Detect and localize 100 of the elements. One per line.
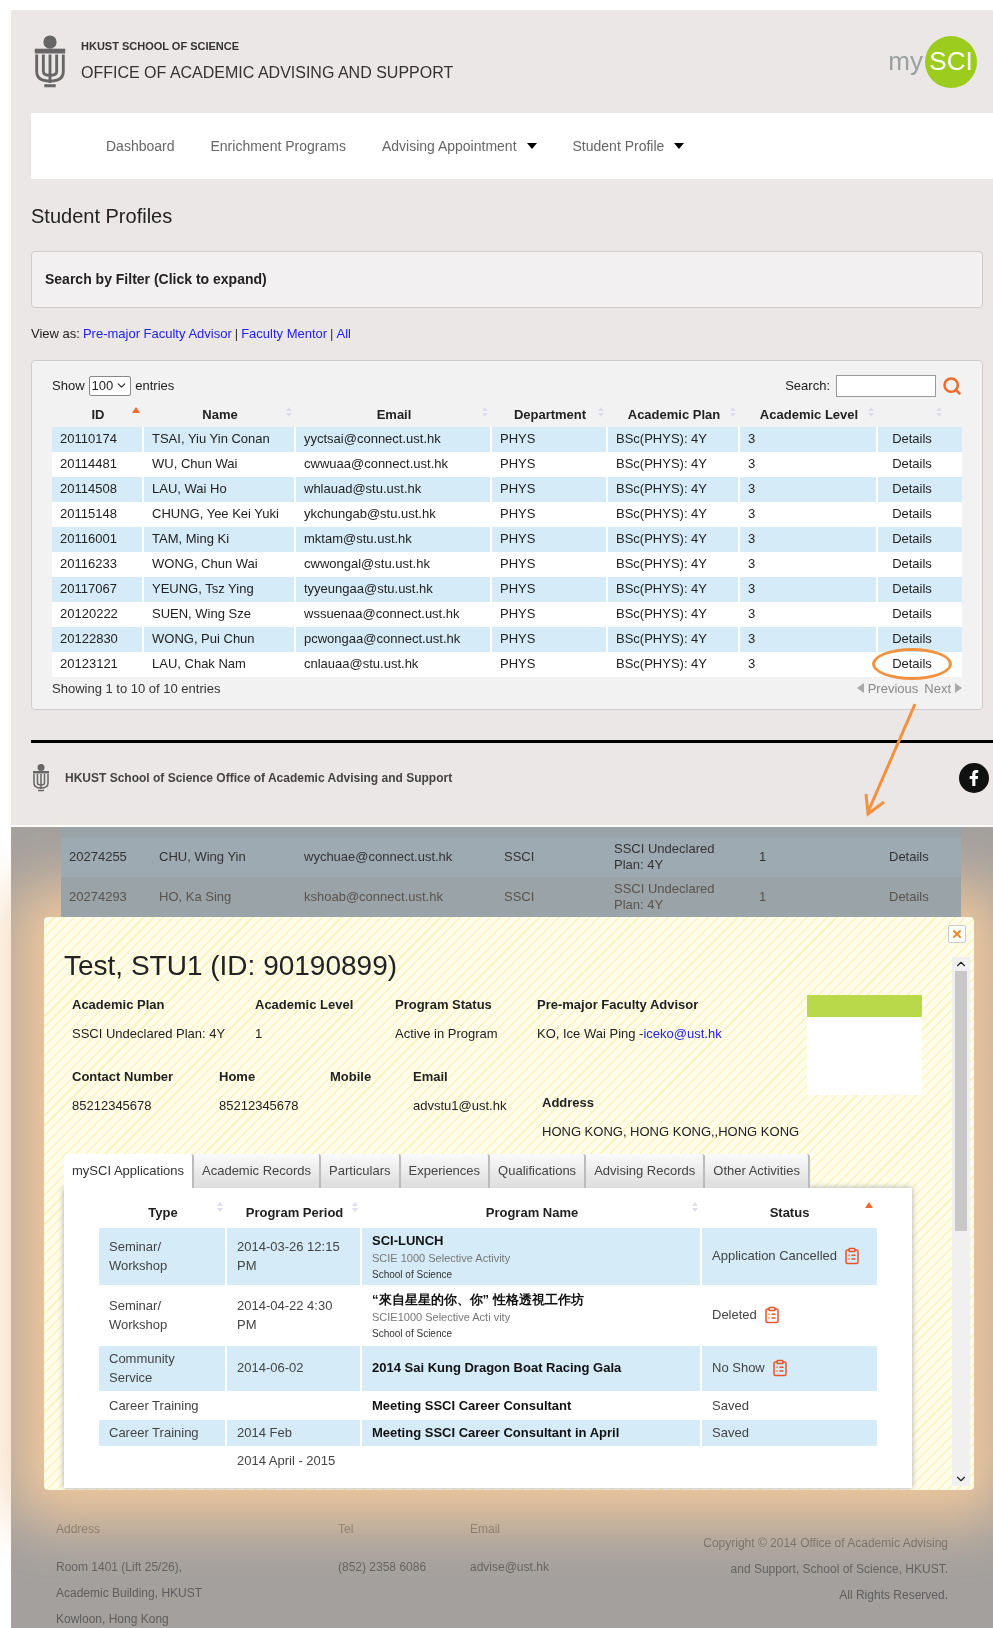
table-cell: SSCI Undeclared Plan: 4Y: [614, 880, 715, 912]
details-link[interactable]: Details: [892, 629, 932, 649]
school-name: HKUST SCHOOL OF SCIENCE: [81, 39, 241, 55]
nav-link[interactable]: Student Profile: [572, 135, 685, 157]
table-cell-text: 3: [748, 605, 756, 624]
column-header[interactable]: Department: [513, 404, 587, 425]
view-as-link[interactable]: Faculty Mentor: [241, 324, 328, 344]
field-value: advstu1@ust.hk: [413, 1097, 508, 1116]
column-header[interactable]: Email: [376, 404, 412, 425]
caret-icon: [674, 143, 685, 149]
view-as-label: View as:: [31, 325, 80, 343]
table-cell-text: BSc(PHYS): 4Y: [616, 630, 708, 649]
details-link[interactable]: Details: [892, 529, 932, 549]
tab[interactable]: mySCI Applications: [64, 1153, 194, 1188]
table-cell-text: 2014 April - 2015: [237, 1451, 336, 1470]
column-header[interactable]: Academic Plan: [627, 404, 721, 425]
table-cell: 20274293: [69, 888, 127, 904]
page-size-select[interactable]: 100: [88, 375, 132, 396]
nav-link[interactable]: Enrichment Programs: [210, 135, 346, 157]
table-cell-text: whlauad@stu.ust.hk: [304, 480, 422, 499]
table-cell-text: ykchungab@stu.ust.hk: [304, 505, 436, 524]
school-label: School of Science: [372, 1326, 454, 1341]
clipboard-icon[interactable]: [762, 1306, 781, 1325]
table-cell-text: BSc(PHYS): 4Y: [616, 505, 708, 524]
column-header[interactable]: Status: [769, 1203, 810, 1223]
details-link[interactable]: Details: [892, 479, 932, 499]
nav-link[interactable]: Advising Appointment: [381, 135, 537, 157]
table-cell-text: pcwongaa@connect.ust.hk: [304, 630, 461, 649]
table-cell-text: 20117067: [60, 580, 117, 599]
details-link[interactable]: Details: [892, 504, 932, 524]
table-cell-text: WU, Chun Wai: [152, 455, 238, 474]
field-label: Email: [413, 1067, 449, 1086]
field-value: Active in Program: [395, 1025, 498, 1044]
column-header[interactable]: Type: [148, 1203, 178, 1223]
table-cell-text: BSc(PHYS): 4Y: [616, 580, 708, 599]
tab[interactable]: Qualifications: [490, 1153, 587, 1188]
field-label: Pre-major Faculty Advisor: [537, 995, 700, 1014]
details-link[interactable]: Details: [892, 654, 932, 674]
column-header[interactable]: Program Period: [245, 1203, 344, 1223]
view-as-link[interactable]: All: [336, 324, 351, 344]
tab[interactable]: Other Activities: [705, 1153, 810, 1188]
university-logo-icon: [31, 762, 51, 793]
table-cell-text: PHYS: [500, 605, 536, 624]
column-header[interactable]: Name: [202, 404, 238, 425]
table-cell-text: wssuenaa@connect.ust.hk: [304, 605, 460, 624]
table-cell-text: PHYS: [500, 655, 536, 674]
filter-panel[interactable]: Search by Filter (Click to expand): [31, 251, 983, 308]
site-footer-text: HKUST School of Science Office of Academic Advising and Support: [65, 769, 453, 787]
tab[interactable]: Experiences: [400, 1153, 491, 1188]
table-cell-text: 3: [748, 580, 756, 599]
table-cell-text: cwwuaa@connect.ust.hk: [304, 455, 448, 474]
details-link[interactable]: Details: [892, 604, 932, 624]
search-field[interactable]: [836, 374, 936, 397]
table-cell-text: 3: [748, 530, 756, 549]
table-cell-text: BSc(PHYS): 4Y: [616, 530, 708, 549]
table-cell-text: mktam@stu.ust.hk: [304, 530, 412, 549]
table-cell-text: TSAI, Yiu Yin Conan: [152, 430, 270, 449]
field-value: 85212345678: [72, 1097, 153, 1116]
field-label: Mobile: [330, 1067, 373, 1086]
footer-text: Academic Building, HKUST: [56, 1585, 204, 1602]
table-cell-text: 3: [748, 505, 756, 524]
status-text: Saved: [712, 1396, 749, 1415]
details-link[interactable]: Details: [892, 579, 932, 599]
tab[interactable]: Advising Records: [586, 1153, 706, 1188]
field-label: Contact Number: [72, 1067, 175, 1086]
table-cell-text: 3: [748, 455, 756, 474]
caret-icon: [526, 143, 537, 149]
program-name: Meeting SSCI Career Consultant in April: [372, 1424, 621, 1443]
details-link[interactable]: Details: [892, 454, 932, 474]
table-cell-text: BSc(PHYS): 4Y: [616, 655, 708, 674]
course-code: SCIE 1000 Selective Activity: [372, 1251, 512, 1267]
status-text: No Show: [712, 1359, 765, 1378]
view-as-link[interactable]: Pre-major Faculty Advisor: [82, 324, 232, 344]
details-link[interactable]: Details: [892, 429, 932, 449]
facebook-icon[interactable]: [959, 762, 989, 793]
clipboard-icon[interactable]: [770, 1359, 789, 1378]
tab[interactable]: Academic Records: [194, 1153, 322, 1188]
table-cell-text: 2014-04-22 4:30 PM: [237, 1296, 334, 1335]
tab[interactable]: Particulars: [321, 1153, 401, 1188]
table-cell: 1: [759, 848, 767, 864]
nav-link[interactable]: Dashboard: [106, 135, 175, 157]
clipboard-icon[interactable]: [843, 1247, 862, 1266]
column-header[interactable]: ID: [91, 404, 105, 425]
table-cell-text: Seminar/ Workshop: [109, 1237, 169, 1276]
scrollbar[interactable]: [952, 956, 970, 1486]
program-name: “來自星星的你、你” 性格透視工作坊: [372, 1290, 585, 1309]
column-header[interactable]: Academic Level: [759, 404, 859, 425]
column-header[interactable]: Program Name: [485, 1203, 579, 1223]
table-cell-text: yyctsai@connect.ust.hk: [304, 430, 441, 449]
email-link[interactable]: iceko@ust.hk: [643, 1024, 722, 1044]
footer-text: advise@ust.hk: [470, 1559, 550, 1576]
close-button[interactable]: [948, 924, 966, 943]
field-label: Address: [542, 1093, 596, 1112]
table-cell-text: BSc(PHYS): 4Y: [616, 605, 708, 624]
search-icon[interactable]: [942, 375, 962, 396]
program-name: 2014 Sai Kung Dragon Boat Racing Gala: [372, 1359, 623, 1378]
table-cell: kshoab@connect.ust.hk: [304, 888, 443, 904]
table-cell-text: SUEN, Wing Sze: [152, 605, 251, 624]
field-value: HONG KONG, HONG KONG,,HONG KONG: [542, 1123, 800, 1142]
details-link[interactable]: Details: [892, 554, 932, 574]
